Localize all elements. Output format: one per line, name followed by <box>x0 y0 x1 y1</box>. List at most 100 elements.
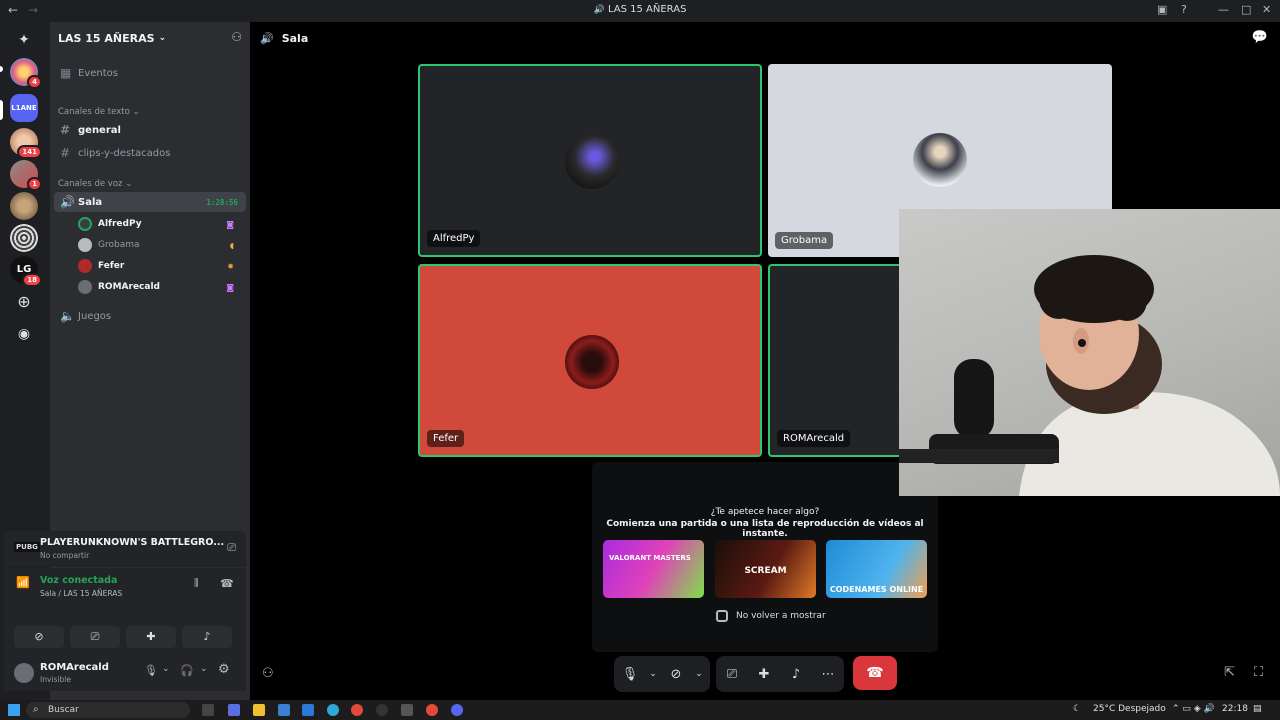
stage-header: 🔊 Sala 💬 <box>250 22 1280 54</box>
notification-icon[interactable]: ▤ <box>1253 704 1262 714</box>
avatar[interactable] <box>14 663 34 683</box>
discover-icon[interactable]: ◉ <box>10 320 38 348</box>
chrome-icon[interactable] <box>351 704 363 716</box>
server-icon-6[interactable]: LG 18 <box>10 256 42 287</box>
chevron-down-icon: ⌄ <box>158 33 167 43</box>
edge-icon[interactable] <box>327 704 339 716</box>
server-icon-5[interactable] <box>10 224 38 252</box>
discord-home-icon[interactable]: ✦ <box>10 26 38 54</box>
discord-taskbar-icon[interactable] <box>451 704 463 716</box>
chevron-down-icon[interactable]: ⌄ <box>646 669 660 679</box>
microphone-icon[interactable]: 🎙 <box>144 664 158 677</box>
voice-status[interactable]: Voz conectada <box>40 575 117 586</box>
chat-icon[interactable]: 💬 <box>1252 30 1268 45</box>
headphones-icon[interactable]: 🎧 <box>180 664 194 677</box>
chevron-down-icon[interactable]: ⌄ <box>692 669 706 679</box>
voice-user-fefer[interactable]: Fefer ✸ <box>78 256 242 276</box>
username[interactable]: ROMArecald <box>40 662 109 673</box>
activity-card-scream[interactable]: SCREAM <box>715 540 816 598</box>
file-explorer-icon[interactable] <box>253 704 265 716</box>
store-icon[interactable] <box>302 704 314 716</box>
help-icon[interactable]: ? <box>1181 3 1187 16</box>
activity-controls: ⎚ ✚ ♪ ⋯ <box>716 656 844 692</box>
calendar-icon: ▦ <box>60 66 72 80</box>
participant-tile-fefer[interactable]: Fefer <box>418 264 762 457</box>
activity-prompt: Comienza una partida o una lista de repr… <box>606 519 924 539</box>
channel-general[interactable]: # general <box>54 120 246 140</box>
windows-start-icon[interactable] <box>8 704 20 716</box>
invite-user-icon[interactable]: ⚇ <box>262 666 274 681</box>
activity-card-valorant[interactable]: VALORANT MASTERS <box>603 540 704 598</box>
text-category[interactable]: Canales de texto ⌄ <box>58 107 140 117</box>
activity-icon: ◙ <box>226 282 234 292</box>
checkbox-box[interactable] <box>716 610 728 622</box>
voice-user-alfredpy[interactable]: AlfredPy ◙ <box>78 214 242 234</box>
voice-user-romarecald[interactable]: ROMArecald ◙ <box>78 277 242 297</box>
disconnect-icon[interactable]: ☎ <box>220 577 234 590</box>
disconnect-button[interactable]: ☎ <box>853 656 897 690</box>
guild-header[interactable]: LAS 15 AÑERAS ⌄ ⚇ <box>50 22 250 54</box>
screen-share-icon[interactable]: ⎚ <box>227 541 236 555</box>
voice-channel-juegos[interactable]: 🔈 Juegos <box>54 306 246 326</box>
chevron-down-icon[interactable]: ⌄ <box>162 664 170 674</box>
chrome-icon[interactable] <box>426 704 438 716</box>
obs-icon[interactable] <box>376 704 388 716</box>
microphone-icon[interactable]: 🎙 <box>614 667 646 682</box>
add-server-icon[interactable]: ⊕ <box>10 288 38 316</box>
voice-channel-sala[interactable]: 🔊 Sala 1:28:56 <box>54 192 246 212</box>
participant-tile-alfredpy[interactable]: AlfredPy <box>418 64 762 257</box>
copilot-icon[interactable] <box>228 704 240 716</box>
soundboard-icon[interactable]: ♪ <box>780 667 812 682</box>
windows-taskbar: ⌕ Buscar ☾ 25°C Despejado ⌃ ▭ ◈ 🔊 22:18 … <box>0 700 1280 720</box>
soundboard-button[interactable]: ♪ <box>182 626 232 648</box>
server-icon-1[interactable]: 4 <box>10 58 42 89</box>
clock[interactable]: 22:18 <box>1222 704 1248 714</box>
fullscreen-icon[interactable]: ⛶ <box>1254 665 1263 680</box>
activities-button[interactable]: ✚ <box>126 626 176 648</box>
window-title-text: LAS 15 AÑERAS <box>607 4 687 15</box>
taskbar-search[interactable]: ⌕ Buscar <box>26 702 190 718</box>
camera-off-button[interactable]: ⊘ <box>14 626 64 648</box>
voice-user-grobama[interactable]: Grobama ◖ <box>78 235 242 255</box>
dont-show-again-checkbox[interactable]: No volver a mostrar <box>716 610 826 622</box>
server-icon-las15aneras[interactable]: L1ANE <box>10 94 38 122</box>
maximize-button[interactable]: □ <box>1241 3 1251 16</box>
server-icon-3[interactable]: 1 <box>10 160 42 191</box>
voice-category[interactable]: Canales de voz ⌄ <box>58 179 132 189</box>
chevron-down-icon[interactable]: ⌄ <box>200 664 208 674</box>
screen-share-icon[interactable]: ⎚ <box>716 667 748 682</box>
invite-icon[interactable]: ⚇ <box>231 30 242 44</box>
webcam-overlay <box>899 209 1280 496</box>
more-icon[interactable]: ⋯ <box>812 667 844 682</box>
voice-location[interactable]: Sala / LAS 15 AÑERAS <box>40 589 122 598</box>
server-icon-2[interactable]: 141 <box>10 128 42 159</box>
app-icon[interactable] <box>278 704 290 716</box>
minimize-button[interactable]: — <box>1218 3 1229 16</box>
weather-text[interactable]: 25°C Despejado <box>1093 704 1166 714</box>
avatar <box>78 259 92 273</box>
share-screen-button[interactable]: ⎚ <box>70 626 120 648</box>
gear-icon[interactable]: ⚙ <box>218 662 230 677</box>
activity-card-codenames[interactable]: CODENAMES ONLINE <box>826 540 927 598</box>
participant-name: Grobama <box>775 232 834 249</box>
noise-suppression-icon[interactable]: ⫼ <box>194 578 199 589</box>
popout-icon[interactable]: ⇱ <box>1224 665 1235 680</box>
camera-off-icon[interactable]: ⊘ <box>660 667 692 682</box>
channel-label: clips-y-destacados <box>78 147 171 159</box>
avatar <box>78 217 92 231</box>
tray-icons[interactable]: ⌃ ▭ ◈ 🔊 <box>1172 704 1215 714</box>
close-button[interactable]: ✕ <box>1262 3 1271 16</box>
server-icon-4[interactable] <box>10 192 38 220</box>
rocket-icon[interactable]: ✚ <box>748 667 780 682</box>
activity-icon: ◙ <box>226 219 234 229</box>
inbox-icon[interactable]: ▣ <box>1157 3 1167 16</box>
mention-badge: 4 <box>27 75 42 89</box>
voice-user-name: ROMArecald <box>98 282 160 292</box>
channel-clips[interactable]: # clips-y-destacados <box>54 143 246 163</box>
mention-badge: 1 <box>27 177 42 191</box>
title-bar: ← → 🔊 LAS 15 AÑERAS ▣ ? — □ ✕ <box>0 0 1280 22</box>
voice-user-name: Fefer <box>98 261 125 271</box>
app-icon[interactable] <box>401 704 413 716</box>
task-view-icon[interactable] <box>202 704 214 716</box>
events-item[interactable]: ▦ Eventos <box>54 63 246 83</box>
